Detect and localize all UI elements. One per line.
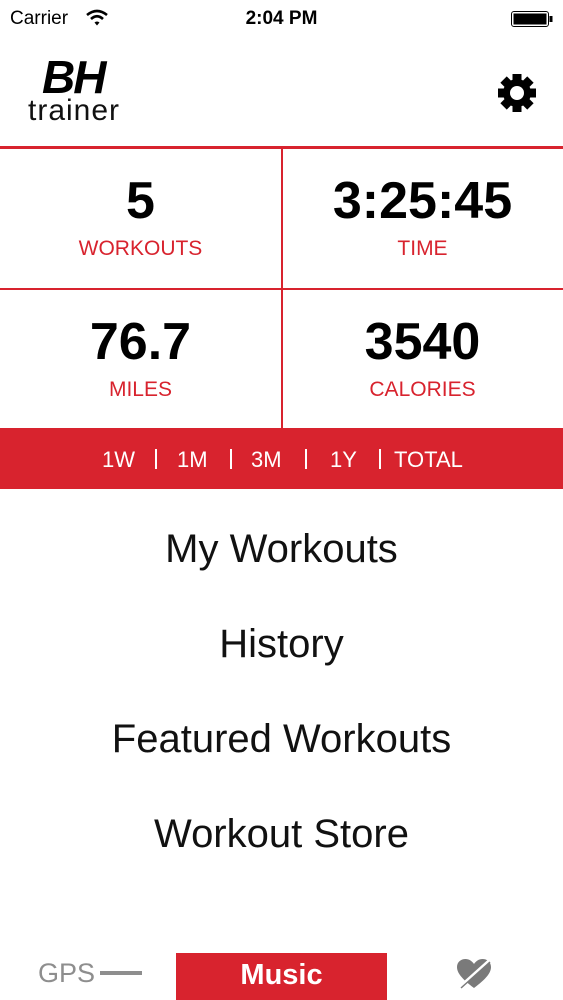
gps-status-indicator [100, 971, 142, 975]
period-1y[interactable]: 1Y [330, 447, 357, 473]
heart-disabled-icon[interactable] [456, 958, 492, 990]
status-bar: Carrier 2:04 PM [0, 0, 563, 40]
stat-workouts: 5 WORKOUTS [0, 149, 281, 289]
menu-workout-store[interactable]: Workout Store [0, 812, 563, 857]
stats-grid: 5 WORKOUTS 3:25:45 TIME 76.7 MILES 3540 … [0, 146, 563, 430]
stat-label: MILES [108, 378, 173, 401]
stat-value: 3:25:45 [332, 172, 513, 230]
battery-icon [511, 11, 553, 27]
period-selector: 1W 1M 3M 1Y TOTAL [0, 428, 563, 489]
menu-history[interactable]: History [0, 622, 563, 667]
stat-value: 5 [126, 172, 155, 230]
period-separator [155, 449, 157, 469]
bh-trainer-logo: BH trainer [26, 51, 144, 128]
stat-value: 76.7 [89, 313, 192, 371]
stat-label: CALORIES [369, 378, 476, 401]
period-separator [305, 449, 307, 469]
menu-my-workouts[interactable]: My Workouts [0, 527, 563, 572]
menu-featured-workouts[interactable]: Featured Workouts [0, 717, 563, 762]
logo-trainer-text: trainer [28, 94, 121, 127]
period-total[interactable]: TOTAL [394, 447, 463, 473]
stat-miles: 76.7 MILES [0, 290, 281, 430]
period-separator [379, 449, 381, 469]
period-1m[interactable]: 1M [177, 447, 208, 473]
music-button[interactable]: Music [176, 953, 387, 1000]
stat-calories: 3540 CALORIES [282, 290, 563, 430]
gps-label[interactable]: GPS [38, 958, 95, 989]
clock-time: 2:04 PM [245, 8, 318, 29]
stat-time: 3:25:45 TIME [282, 149, 563, 289]
stat-value: 3540 [364, 313, 481, 371]
gear-icon[interactable] [496, 72, 538, 114]
stat-label: TIME [397, 237, 448, 260]
stat-label: WORKOUTS [78, 237, 203, 260]
period-1w[interactable]: 1W [102, 447, 135, 473]
period-3m[interactable]: 3M [251, 447, 282, 473]
period-separator [230, 449, 232, 469]
